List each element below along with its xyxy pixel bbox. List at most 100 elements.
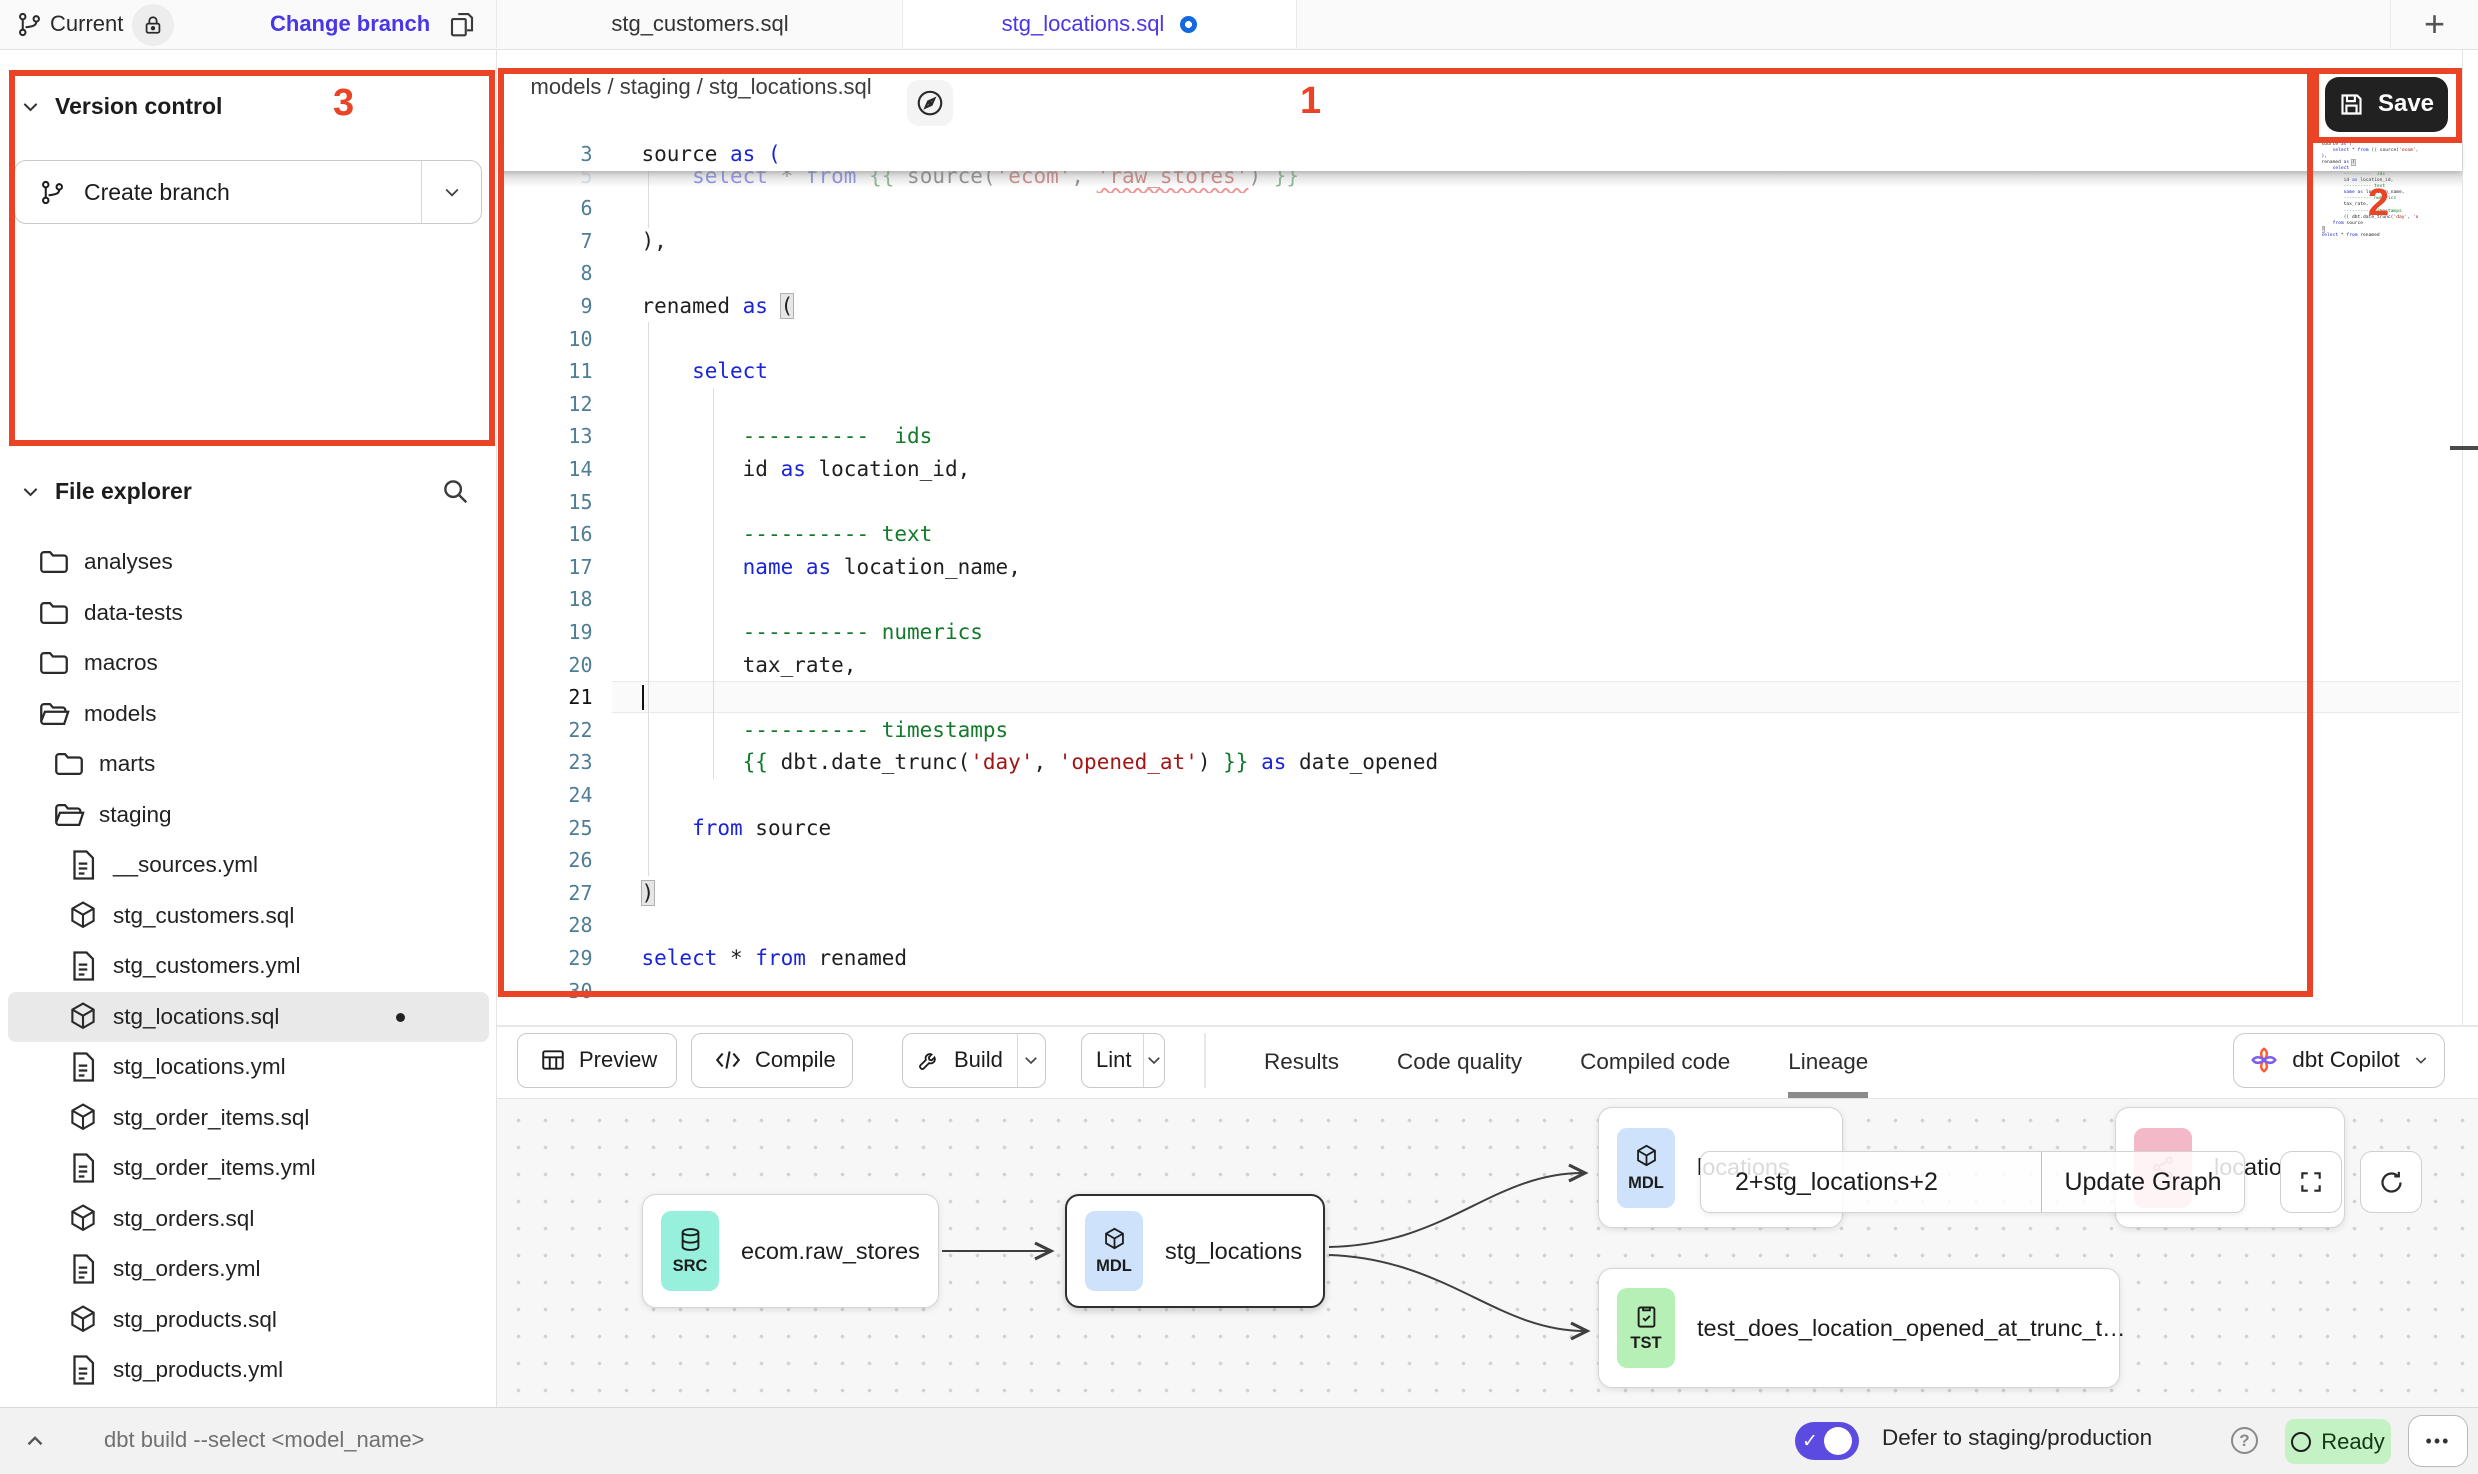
file-item-stg_products.yml[interactable]: stg_products.yml [8,1345,489,1396]
text-cursor [642,685,645,710]
file-item-marts[interactable]: marts [8,739,489,790]
model-cube-icon [66,1101,100,1135]
more-options-button[interactable] [2408,1415,2468,1467]
lineage-node-stg-locations[interactable]: MDL stg_locations [1065,1194,1325,1308]
file-item-stg_orders.sql[interactable]: stg_orders.sql [8,1194,489,1245]
save-label: Save [2378,90,2434,118]
file-explorer-header[interactable]: File explorer [20,478,192,505]
defer-toggle[interactable]: ✓ [1795,1422,1859,1460]
help-icon[interactable] [2231,1427,2258,1454]
status-badge[interactable]: Ready [2285,1419,2391,1464]
file-icon [66,1353,100,1387]
file-item-data-tests[interactable]: data-tests [8,588,489,639]
dbt-copilot-button[interactable]: dbt Copilot [2233,1033,2445,1088]
minimap[interactable]: source as ( select * from {{ source('eco… [2322,142,2418,320]
search-icon[interactable] [440,476,470,506]
lineage-node-test[interactable]: TST test_does_location_opened_at_trunc_t… [1598,1268,2120,1388]
file-label: marts [99,751,155,777]
refresh-button[interactable] [2360,1151,2422,1213]
chevron-up-icon[interactable] [22,1428,48,1454]
build-label: Build [954,1047,1003,1073]
file-item-staging[interactable]: staging [8,790,489,841]
lint-dropdown[interactable] [1143,1034,1164,1087]
chevron-down-icon [20,481,41,502]
version-control-header[interactable]: Version control [20,93,222,120]
folder-icon [37,545,71,579]
lineage-node-source[interactable]: SRC ecom.raw_stores [642,1194,939,1308]
file-label: models [84,701,157,727]
lineage-selector-input[interactable]: 2+stg_locations+2 [1701,1152,2042,1212]
save-floppy-icon [2338,91,2365,118]
file-tree: analyses data-tests macros models marts stagi… [0,537,497,1396]
create-branch-dropdown[interactable] [421,161,481,223]
build-dropdown[interactable] [1017,1034,1045,1087]
tab-results[interactable]: Results [1264,1027,1339,1098]
panel-resize-handle[interactable] [2450,446,2478,450]
copy-icon[interactable] [447,9,477,39]
file-item-models[interactable]: models [8,689,489,740]
tab-code-quality[interactable]: Code quality [1397,1027,1522,1098]
code-area[interactable]: 67),89renamed as (1011 select1213 ------… [499,192,2462,1007]
fullscreen-button[interactable] [2280,1151,2342,1213]
file-label: stg_customers.sql [113,903,294,929]
file-item-stg_locations.sql[interactable]: stg_locations.sql [8,992,489,1043]
file-icon [66,949,100,983]
file-item-stg_locations.yml[interactable]: stg_locations.yml [8,1042,489,1093]
file-item-stg_order_items.sql[interactable]: stg_order_items.sql [8,1093,489,1144]
tab-compiled-code[interactable]: Compiled code [1580,1027,1730,1098]
file-label: stg_customers.yml [113,953,301,979]
file-icon [66,1050,100,1084]
file-item-stg_orders.yml[interactable]: stg_orders.yml [8,1244,489,1295]
file-item-macros[interactable]: macros [8,638,489,689]
folder-icon [37,596,71,630]
tab-lineage[interactable]: Lineage [1788,1027,1868,1098]
change-branch-link[interactable]: Change branch [270,11,430,37]
save-button[interactable]: Save [2325,77,2448,132]
chevron-down-icon [20,96,41,117]
status-ring-icon [2291,1432,2311,1452]
chevron-down-icon [1145,1051,1163,1069]
update-graph-button[interactable]: Update Graph [2042,1152,2244,1212]
create-branch-label: Create branch [84,179,230,206]
model-cube-icon [66,1303,100,1337]
tab-stg_locations.sql[interactable]: stg_locations.sql [903,0,1297,48]
compile-button[interactable]: Compile [691,1033,853,1088]
create-branch-button[interactable]: Create branch [14,160,482,224]
lineage-canvas[interactable]: SRC ecom.raw_stores MDL stg_locations MD… [497,1098,2478,1407]
lineage-selector-bar: 2+stg_locations+2 Update Graph [1700,1151,2245,1213]
editor-tab-strip: stg_customers.sqlstg_locations.sql [498,0,1297,48]
scroll-fade [499,171,2462,193]
unsaved-indicator [1180,16,1197,33]
file-label: stg_order_items.yml [113,1155,316,1181]
tab-stg_customers.sql[interactable]: stg_customers.sql [498,0,903,48]
file-item-stg_customers.yml[interactable]: stg_customers.yml [8,941,489,992]
command-input[interactable]: dbt build --select <model_name> [104,1427,424,1453]
file-label: stg_order_items.sql [113,1105,309,1131]
file-item-stg_customers.sql[interactable]: stg_customers.sql [8,891,489,942]
folder-open-icon [52,798,86,832]
chevron-down-icon [2413,1052,2429,1068]
clipboard-check-icon: TST [1617,1288,1675,1368]
file-item-__sources.yml[interactable]: __sources.yml [8,840,489,891]
chevron-down-icon [1022,1051,1040,1069]
compass-icon[interactable] [907,80,953,126]
status-bar: dbt build --select <model_name> ✓ Defer … [0,1407,2478,1474]
model-cube-icon [66,899,100,933]
file-label: stg_orders.sql [113,1206,254,1232]
file-label: stg_locations.yml [113,1054,286,1080]
defer-label: Defer to staging/production [1882,1425,2152,1451]
folder-open-icon [37,697,71,731]
file-label: data-tests [84,600,183,626]
folder-icon [37,646,71,680]
build-button[interactable]: Build [903,1047,1017,1073]
lint-button[interactable]: Lint [1082,1047,1131,1073]
file-item-stg_order_items.yml[interactable]: stg_order_items.yml [8,1143,489,1194]
file-item-stg_products.sql[interactable]: stg_products.sql [8,1295,489,1346]
check-icon: ✓ [1802,1430,1818,1453]
file-label: analyses [84,549,173,575]
file-icon [66,848,100,882]
plus-icon[interactable] [2424,3,2445,45]
folder-icon [52,747,86,781]
file-item-analyses[interactable]: analyses [8,537,489,588]
preview-button[interactable]: Preview [517,1033,677,1088]
